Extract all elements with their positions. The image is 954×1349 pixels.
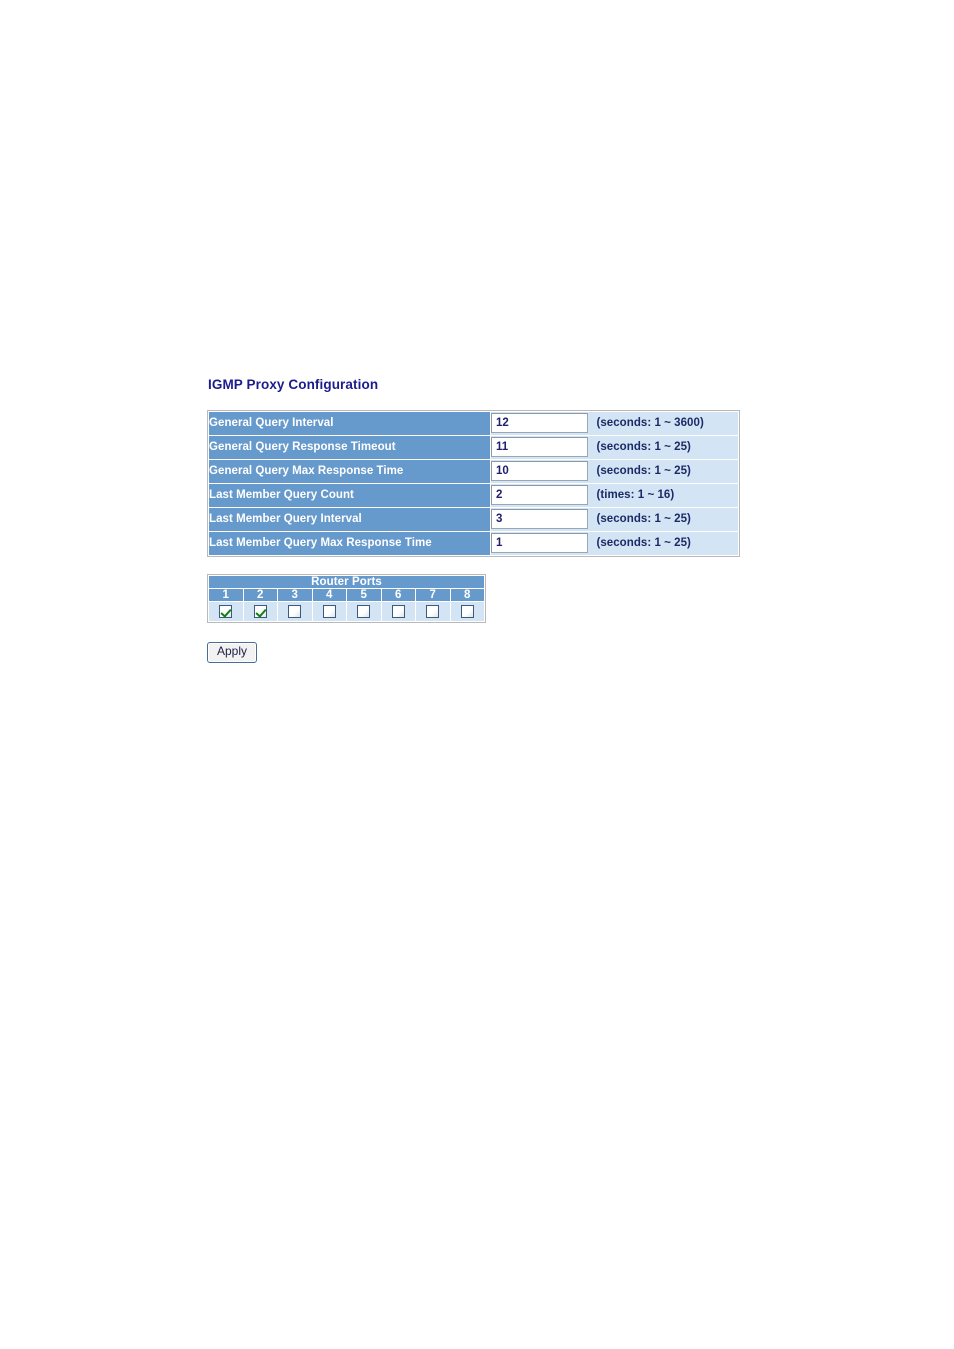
router-port-cell-5 — [347, 601, 381, 621]
config-row-value-cell: (seconds: 1 ~ 25) — [491, 435, 738, 459]
router-port-checkbox-4[interactable] — [322, 604, 336, 618]
config-row: Last Member Query Max Response Time (sec… — [209, 531, 738, 555]
router-ports-title: Router Ports — [209, 575, 484, 588]
router-ports-checkbox-row — [209, 601, 484, 621]
config-row-input[interactable] — [491, 509, 588, 530]
router-port-checkbox-8[interactable] — [460, 604, 474, 618]
page-title: IGMP Proxy Configuration — [208, 377, 379, 392]
router-port-checkbox-1[interactable] — [219, 604, 233, 618]
router-ports-title-row: Router Ports — [209, 575, 484, 588]
router-port-cell-4 — [312, 601, 346, 621]
config-table-body: General Query Interval (seconds: 1 ~ 360… — [209, 411, 738, 555]
router-port-number-2: 2 — [243, 588, 277, 601]
apply-button[interactable]: Apply — [207, 641, 258, 663]
igmp-proxy-page: IGMP Proxy Configuration General Query I… — [207, 377, 907, 663]
config-row: Last Member Query Interval (seconds: 1 ~… — [209, 507, 738, 531]
router-port-checkbox-3[interactable] — [288, 604, 302, 618]
router-port-cell-8 — [450, 601, 484, 621]
config-row-value-cell: (seconds: 1 ~ 25) — [491, 531, 738, 555]
config-row-input[interactable] — [491, 461, 588, 482]
config-row-label: General Query Response Timeout — [209, 435, 490, 459]
router-port-cell-3 — [278, 601, 312, 621]
router-ports-body: Router Ports 12345678 — [209, 575, 484, 621]
config-row-input[interactable] — [491, 437, 588, 458]
router-port-cell-6 — [381, 601, 415, 621]
config-row-label: Last Member Query Max Response Time — [209, 531, 490, 555]
router-port-number-7: 7 — [416, 588, 450, 601]
router-port-cell-7 — [416, 601, 450, 621]
router-port-number-8: 8 — [450, 588, 484, 601]
router-ports-section: Router Ports 12345678 — [207, 573, 907, 623]
router-port-checkbox-6[interactable] — [391, 604, 405, 618]
config-row-label: General Query Interval — [209, 411, 490, 435]
config-row: Last Member Query Count (times: 1 ~ 16) — [209, 483, 738, 507]
router-port-number-3: 3 — [278, 588, 312, 601]
config-row-label: Last Member Query Count — [209, 483, 490, 507]
config-row-label: General Query Max Response Time — [209, 459, 490, 483]
config-row-hint: (seconds: 1 ~ 25) — [596, 513, 691, 526]
router-ports-table: Router Ports 12345678 — [207, 573, 486, 623]
router-port-number-5: 5 — [347, 588, 381, 601]
config-row-value-cell: (seconds: 1 ~ 25) — [491, 507, 738, 531]
config-row-hint: (seconds: 1 ~ 25) — [596, 537, 691, 550]
config-row-hint: (seconds: 1 ~ 3600) — [596, 417, 704, 430]
config-row-value-cell: (times: 1 ~ 16) — [491, 483, 738, 507]
router-port-number-1: 1 — [209, 588, 243, 601]
config-row-value-cell: (seconds: 1 ~ 25) — [491, 459, 738, 483]
config-row: General Query Response Timeout (seconds:… — [209, 435, 738, 459]
config-row-hint: (times: 1 ~ 16) — [596, 489, 675, 502]
router-port-cell-1 — [209, 601, 243, 621]
config-row-value-cell: (seconds: 1 ~ 3600) — [491, 411, 738, 435]
router-port-cell-2 — [243, 601, 277, 621]
router-port-number-6: 6 — [381, 588, 415, 601]
config-row: General Query Interval (seconds: 1 ~ 360… — [209, 411, 738, 435]
router-port-checkbox-7[interactable] — [426, 604, 440, 618]
igmp-config-table: General Query Interval (seconds: 1 ~ 360… — [207, 409, 740, 557]
config-row-hint: (seconds: 1 ~ 25) — [596, 465, 691, 478]
config-row-input[interactable] — [491, 485, 588, 506]
config-row-input[interactable] — [491, 533, 588, 554]
apply-button-container: Apply — [207, 641, 907, 663]
router-port-checkbox-2[interactable] — [253, 604, 267, 618]
router-port-number-4: 4 — [312, 588, 346, 601]
router-port-checkbox-5[interactable] — [357, 604, 371, 618]
config-row-hint: (seconds: 1 ~ 25) — [596, 441, 691, 454]
router-ports-number-row: 12345678 — [209, 588, 484, 601]
config-row-input[interactable] — [491, 413, 588, 434]
config-row: General Query Max Response Time (seconds… — [209, 459, 738, 483]
config-row-label: Last Member Query Interval — [209, 507, 490, 531]
